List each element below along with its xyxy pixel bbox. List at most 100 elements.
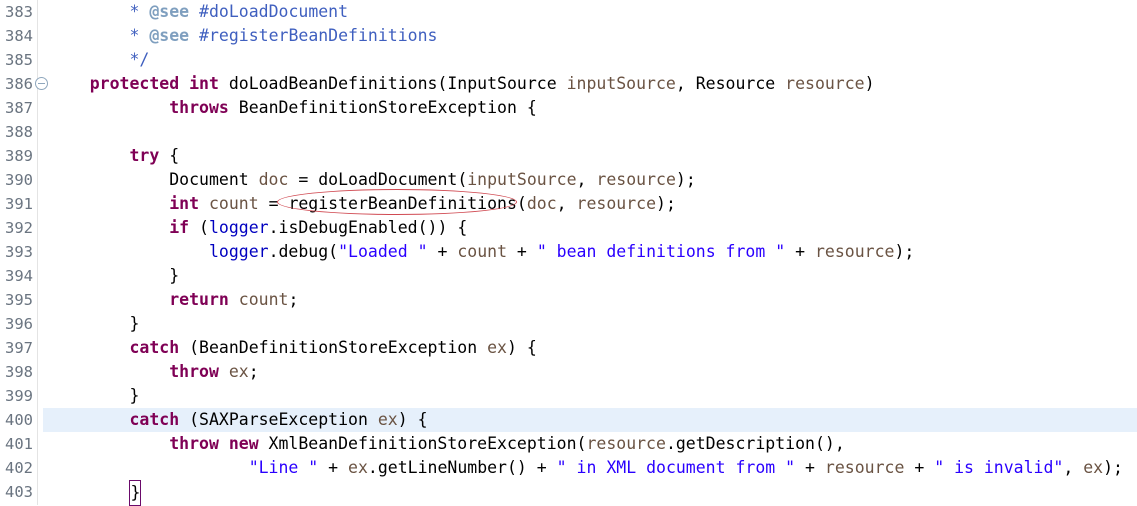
- token-cmt: *: [129, 2, 150, 21]
- token-plain: = doLoadDocument(: [288, 170, 468, 189]
- code-line[interactable]: 390 Document doc = doLoadDocument(inputS…: [0, 168, 1137, 192]
- line-number: 390: [5, 171, 33, 189]
- token-cmt-tag: @see: [149, 2, 190, 21]
- code-line[interactable]: 386 protected int doLoadBeanDefinitions(…: [0, 72, 1137, 96]
- code-line[interactable]: 403 }: [0, 480, 1137, 506]
- code-line-text: return count;: [50, 288, 298, 312]
- token-str: " is invalid": [934, 458, 1064, 477]
- token-cmt: #doLoadDocument: [189, 2, 349, 21]
- code-line[interactable]: 387 throws BeanDefinitionStoreException …: [0, 96, 1137, 120]
- code-line[interactable]: 395 return count;: [0, 288, 1137, 312]
- line-number: 384: [5, 27, 33, 45]
- code-line-text: }: [50, 264, 179, 288]
- code-line[interactable]: 383 * @see #doLoadDocument: [0, 0, 1137, 24]
- code-line[interactable]: 398 throw ex;: [0, 360, 1137, 384]
- code-editor[interactable]: 383 * @see #doLoadDocument 384 * @see #re…: [0, 0, 1137, 506]
- token-plain: (BeanDefinitionStoreException: [179, 338, 488, 357]
- token-lvar: resource: [785, 74, 865, 93]
- token-lvar: doc: [526, 194, 557, 213]
- token-plain: );: [675, 170, 696, 189]
- token-plain: +: [904, 458, 935, 477]
- token-lvar: count: [208, 194, 259, 213]
- code-line[interactable]: 385 */: [0, 48, 1137, 72]
- token-plain: doLoadBeanDefinitions(InputSource: [218, 74, 567, 93]
- code-line[interactable]: 397 catch (BeanDefinitionStoreException …: [0, 336, 1137, 360]
- code-line[interactable]: 388: [0, 120, 1137, 144]
- code-fold-collapse-icon[interactable]: [35, 77, 48, 90]
- token-kw: try: [129, 146, 160, 165]
- line-number: 392: [5, 219, 33, 237]
- code-line-text: catch (BeanDefinitionStoreException ex) …: [50, 336, 536, 360]
- token-lvar: ex: [228, 362, 249, 381]
- code-line[interactable]: 392 if (logger.isDebugEnabled()) {: [0, 216, 1137, 240]
- code-line-text: throws BeanDefinitionStoreException {: [50, 96, 537, 120]
- line-number: 387: [5, 99, 33, 117]
- line-number: 386: [5, 75, 33, 93]
- code-line[interactable]: 391 int count = registerBeanDefinitions(…: [0, 192, 1137, 216]
- token-str: "Line ": [248, 458, 319, 477]
- code-line[interactable]: 396 }: [0, 312, 1137, 336]
- token-plain: (SAXParseException: [179, 410, 378, 429]
- code-line-text: }: [50, 480, 142, 506]
- token-plain: );: [894, 242, 915, 261]
- token-plain: ,: [556, 194, 577, 213]
- token-cmt-tag: @see: [149, 26, 190, 45]
- line-number: 402: [5, 459, 33, 477]
- token-plain: Document: [169, 170, 259, 189]
- token-plain: }: [169, 266, 180, 285]
- code-line[interactable]: 400 catch (SAXParseException ex) {: [0, 408, 1137, 432]
- token-plain: , Resource: [675, 74, 786, 93]
- code-line[interactable]: 402 "Line " + ex.getLineNumber() + " in …: [0, 456, 1137, 480]
- code-line-text: }: [50, 384, 139, 408]
- line-number: 393: [5, 243, 33, 261]
- code-text-area[interactable]: 383 * @see #doLoadDocument 384 * @see #re…: [0, 0, 1137, 506]
- code-line[interactable]: 399 }: [0, 384, 1137, 408]
- code-line-text: "Line " + ex.getLineNumber() + " in XML …: [50, 456, 1123, 480]
- code-line[interactable]: 393 logger.debug("Loaded " + count + " b…: [0, 240, 1137, 264]
- token-cmt: */: [129, 50, 150, 69]
- token-lvar: resource: [596, 170, 676, 189]
- code-line-text: throw ex;: [50, 360, 258, 384]
- token-lvar: ex: [348, 458, 368, 477]
- token-lvar: ex: [487, 338, 507, 357]
- token-field: logger: [208, 242, 269, 261]
- token-lvar: count: [238, 290, 289, 309]
- token-plain: +: [795, 458, 825, 477]
- token-lvar: resource: [576, 194, 657, 213]
- token-plain: (: [189, 218, 209, 237]
- line-number: 398: [5, 363, 33, 381]
- token-lvar: doc: [258, 170, 289, 189]
- line-number: 401: [5, 435, 33, 453]
- code-line[interactable]: 384 * @see #registerBeanDefinitions: [0, 24, 1137, 48]
- token-plain: ) {: [397, 410, 428, 429]
- token-cmt: *: [129, 26, 150, 45]
- token-plain: +: [427, 242, 458, 261]
- token-str: " in XML document from ": [556, 458, 796, 477]
- code-line[interactable]: 401 throw new XmlBeanDefinitionStoreExce…: [0, 432, 1137, 456]
- token-plain: ): [864, 74, 875, 93]
- token-kw: catch: [129, 410, 180, 429]
- code-line-text: }: [50, 312, 139, 336]
- code-line-text: */: [50, 48, 149, 72]
- line-number: 397: [5, 339, 33, 357]
- code-line-text: throw new XmlBeanDefinitionStoreExceptio…: [50, 432, 845, 456]
- line-number: 395: [5, 291, 33, 309]
- token-plain: ;: [288, 290, 299, 309]
- code-line[interactable]: 389 try {: [0, 144, 1137, 168]
- line-number: 396: [5, 315, 33, 333]
- token-plain: }: [129, 480, 142, 506]
- code-line[interactable]: 394 }: [0, 264, 1137, 288]
- code-line-text: protected int doLoadBeanDefinitions(Inpu…: [50, 72, 875, 96]
- code-line-text: int count = registerBeanDefinitions(doc,…: [50, 192, 676, 216]
- line-number: 394: [5, 267, 33, 285]
